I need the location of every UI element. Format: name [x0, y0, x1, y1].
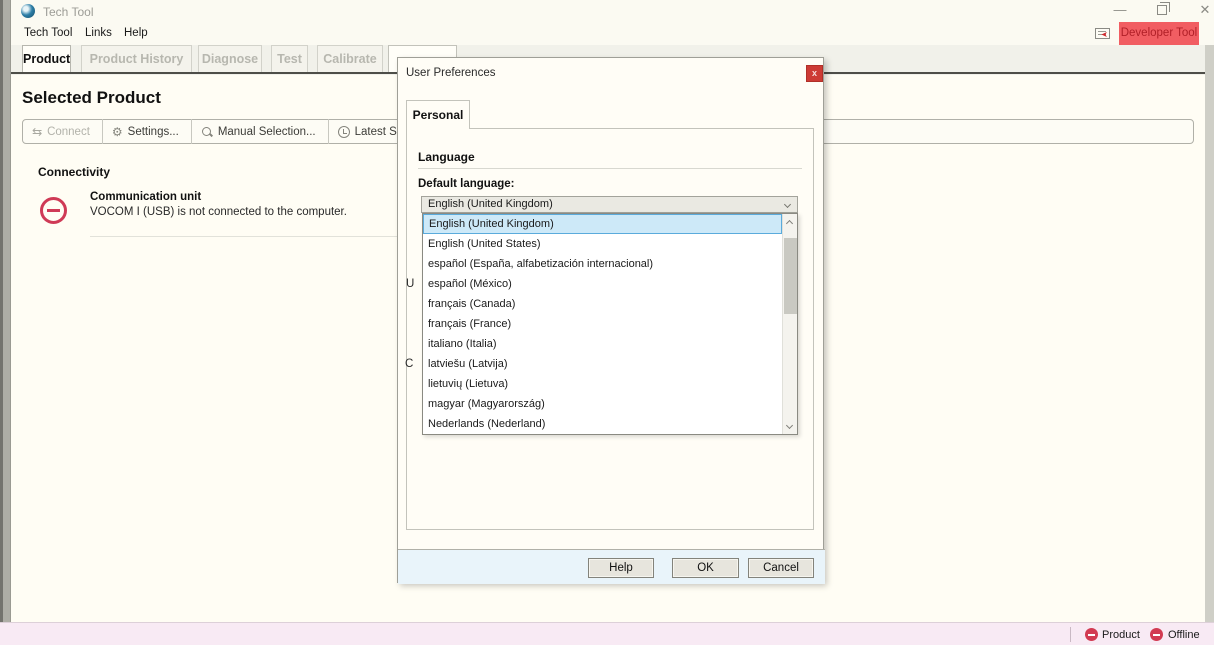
user-preferences-dialog: User Preferences x Personal Language Def… [397, 57, 824, 583]
list-item[interactable]: English (United Kingdom) [423, 214, 782, 234]
page-title: Selected Product [22, 88, 161, 108]
statusbar-divider [1070, 627, 1071, 642]
app-logo-icon [21, 4, 35, 18]
menubar: Tech Tool Links Help Developer Tool [11, 23, 1214, 45]
list-item[interactable]: français (Canada) [423, 294, 797, 314]
gear-icon: ⚙ [112, 126, 123, 138]
offline-status-label: Offline [1168, 629, 1200, 641]
titlebar: Tech Tool — ✕ [11, 0, 1214, 23]
magnifier-icon [201, 126, 213, 138]
clock-icon [338, 126, 350, 138]
not-connected-icon [40, 197, 67, 224]
tab-product[interactable]: Product [22, 45, 71, 72]
list-item[interactable]: magyar (Magyarország) [423, 394, 797, 414]
menu-links[interactable]: Links [85, 27, 112, 39]
close-window-icon[interactable]: ✕ [1197, 2, 1213, 18]
window-title: Tech Tool [43, 5, 93, 19]
menu-help[interactable]: Help [124, 27, 148, 39]
tab-diagnose[interactable]: Diagnose [198, 45, 262, 72]
dialog-footer: Help OK Cancel [398, 550, 825, 584]
window-right-edge [1205, 45, 1214, 622]
settings-label: Settings... [128, 126, 179, 138]
connectivity-divider [90, 236, 400, 237]
developer-tool-button[interactable]: Developer Tool [1119, 22, 1199, 45]
settings-button[interactable]: ⚙ Settings... [103, 120, 191, 143]
communication-unit-title: Communication unit [90, 191, 201, 203]
statusbar: Product Offline [0, 622, 1214, 645]
connect-icon: ⇆ [32, 125, 42, 138]
app-window: Tech Tool — ✕ Tech Tool Links Help Devel… [0, 0, 1214, 645]
occluded-label-c: C [405, 358, 413, 370]
occluded-label-units: U [406, 278, 414, 290]
dialog-close-icon[interactable]: x [806, 65, 823, 82]
tab-product-history[interactable]: Product History [81, 45, 192, 72]
chevron-down-icon [784, 201, 791, 208]
default-language-label: Default language: [418, 178, 514, 190]
list-item[interactable]: lietuvių (Lietuva) [423, 374, 797, 394]
product-status-label: Product [1102, 629, 1140, 641]
offline-status-icon [1150, 628, 1163, 641]
feedback-icon[interactable] [1095, 28, 1110, 39]
list-item[interactable]: latviešu (Latvija) [423, 354, 797, 374]
language-dropdown-list: English (United Kingdom) English (United… [422, 213, 798, 435]
scroll-down-icon[interactable] [786, 422, 793, 429]
communication-unit-status: VOCOM I (USB) is not connected to the co… [90, 206, 347, 218]
connectivity-heading: Connectivity [38, 165, 110, 179]
manual-selection-button[interactable]: Manual Selection... [192, 120, 328, 143]
list-item[interactable]: English (United States) [423, 234, 797, 254]
list-item[interactable]: français (France) [423, 314, 797, 334]
scrollbar-thumb[interactable] [784, 238, 797, 314]
ok-button[interactable]: OK [672, 558, 739, 578]
default-language-select[interactable]: English (United Kingdom) [421, 196, 798, 213]
tab-test[interactable]: Test [271, 45, 308, 72]
connect-button[interactable]: ⇆ Connect [23, 120, 102, 143]
list-item[interactable]: italiano (Italia) [423, 334, 797, 354]
manual-selection-label: Manual Selection... [218, 126, 316, 138]
list-item[interactable]: Nederlands (Nederland) [423, 414, 797, 434]
dialog-title: User Preferences [406, 67, 495, 79]
product-status-icon [1085, 628, 1098, 641]
list-scrollbar[interactable] [782, 214, 797, 434]
list-item[interactable]: español (España, alfabetización internac… [423, 254, 797, 274]
language-section-rule [418, 168, 802, 169]
minimize-icon[interactable]: — [1111, 1, 1129, 19]
list-item[interactable]: español (México) [423, 274, 797, 294]
language-section-heading: Language [418, 150, 475, 164]
menu-tech-tool[interactable]: Tech Tool [24, 27, 72, 39]
scroll-up-icon[interactable] [786, 220, 793, 227]
restore-icon[interactable] [1157, 5, 1167, 15]
help-button[interactable]: Help [588, 558, 654, 578]
selected-language-value: English (United Kingdom) [428, 198, 553, 210]
tab-personal[interactable]: Personal [406, 100, 470, 129]
window-left-edge [0, 0, 11, 645]
cancel-button[interactable]: Cancel [748, 558, 814, 578]
tab-calibrate[interactable]: Calibrate [317, 45, 383, 72]
connect-label: Connect [47, 126, 90, 138]
